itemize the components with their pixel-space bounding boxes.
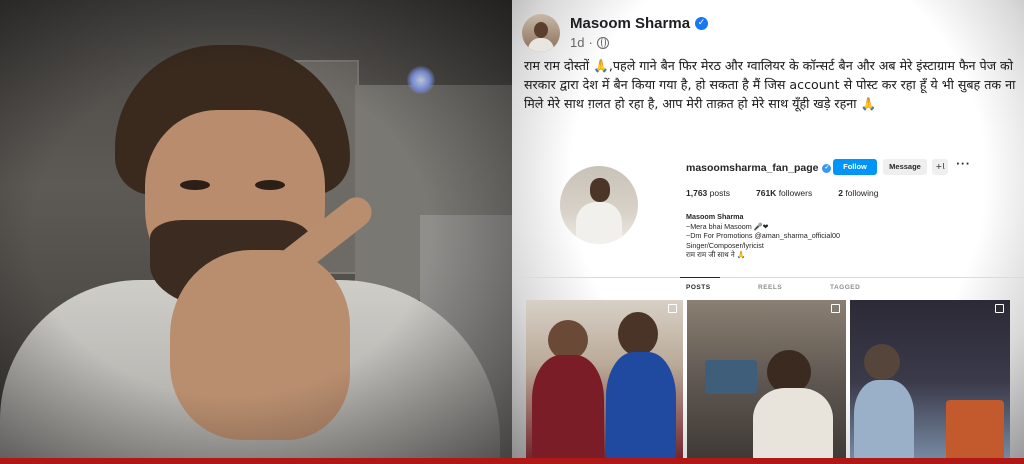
pinned-post-icon	[995, 304, 1004, 313]
post-thumbnail	[850, 300, 1010, 464]
verified-badge-icon: ✓	[695, 17, 709, 30]
post-time[interactable]: 1d	[570, 35, 584, 50]
author-name[interactable]: Masoom Sharma	[570, 15, 690, 32]
post-thumbnail	[526, 300, 683, 464]
pinned-post-icon	[831, 304, 840, 313]
bio-name: Masoom Sharma	[686, 212, 744, 221]
verified-badge-icon: ✓	[822, 163, 832, 173]
tab-tagged: TAGGED	[830, 284, 861, 291]
profile-picture	[560, 166, 638, 244]
add-person-icon: +𝗅	[932, 159, 948, 175]
vignette	[0, 0, 512, 464]
author-avatar[interactable]	[522, 13, 560, 52]
meta-separator: ·	[588, 35, 593, 50]
profile-bio: Masoom Sharma ~Mera bhai Masoom 🎤❤ ~Dm F…	[686, 212, 886, 260]
bio-line: ~Dm For Promotions @aman_sharma_official…	[686, 231, 840, 240]
posts-count: 1,763 posts	[686, 188, 730, 198]
post-body-text: राम राम दोस्तों 🙏,पहले गाने बैन फिर मेरठ…	[524, 58, 1016, 111]
more-options-icon: ···	[956, 159, 971, 170]
bio-line: राम राम जी साथ ने 🙏	[686, 250, 746, 259]
tab-reels: REELS	[758, 284, 783, 291]
profile-tabs: POSTS REELS TAGGED	[512, 277, 1024, 296]
tab-posts: POSTS	[680, 277, 720, 291]
followers-count: 761K followers	[755, 188, 813, 198]
pinned-post-icon	[668, 304, 677, 313]
message-button: Message	[883, 159, 927, 175]
globe-icon	[596, 36, 609, 49]
facebook-post: Masoom Sharma ✓ 1d · राम राम दोस्तों 🙏,प…	[512, 0, 1024, 464]
post-header: Masoom Sharma ✓ 1d ·	[522, 10, 709, 55]
profile-handle: masoomsharma_fan_page ✓	[686, 162, 832, 174]
follow-button: Follow	[833, 159, 877, 175]
bio-line: Singer/Composer/lyricist	[686, 240, 764, 250]
bio-line: ~Mera bhai Masoom 🎤❤	[686, 221, 769, 231]
bottom-accent-bar	[0, 458, 1024, 464]
profile-stats: 1,763 posts 761K followers 2 following	[686, 188, 878, 198]
post-thumbnail	[687, 300, 846, 464]
handle-text: masoomsharma_fan_page	[686, 162, 819, 174]
video-frame	[0, 0, 512, 464]
following-count: 2 following	[838, 188, 879, 198]
